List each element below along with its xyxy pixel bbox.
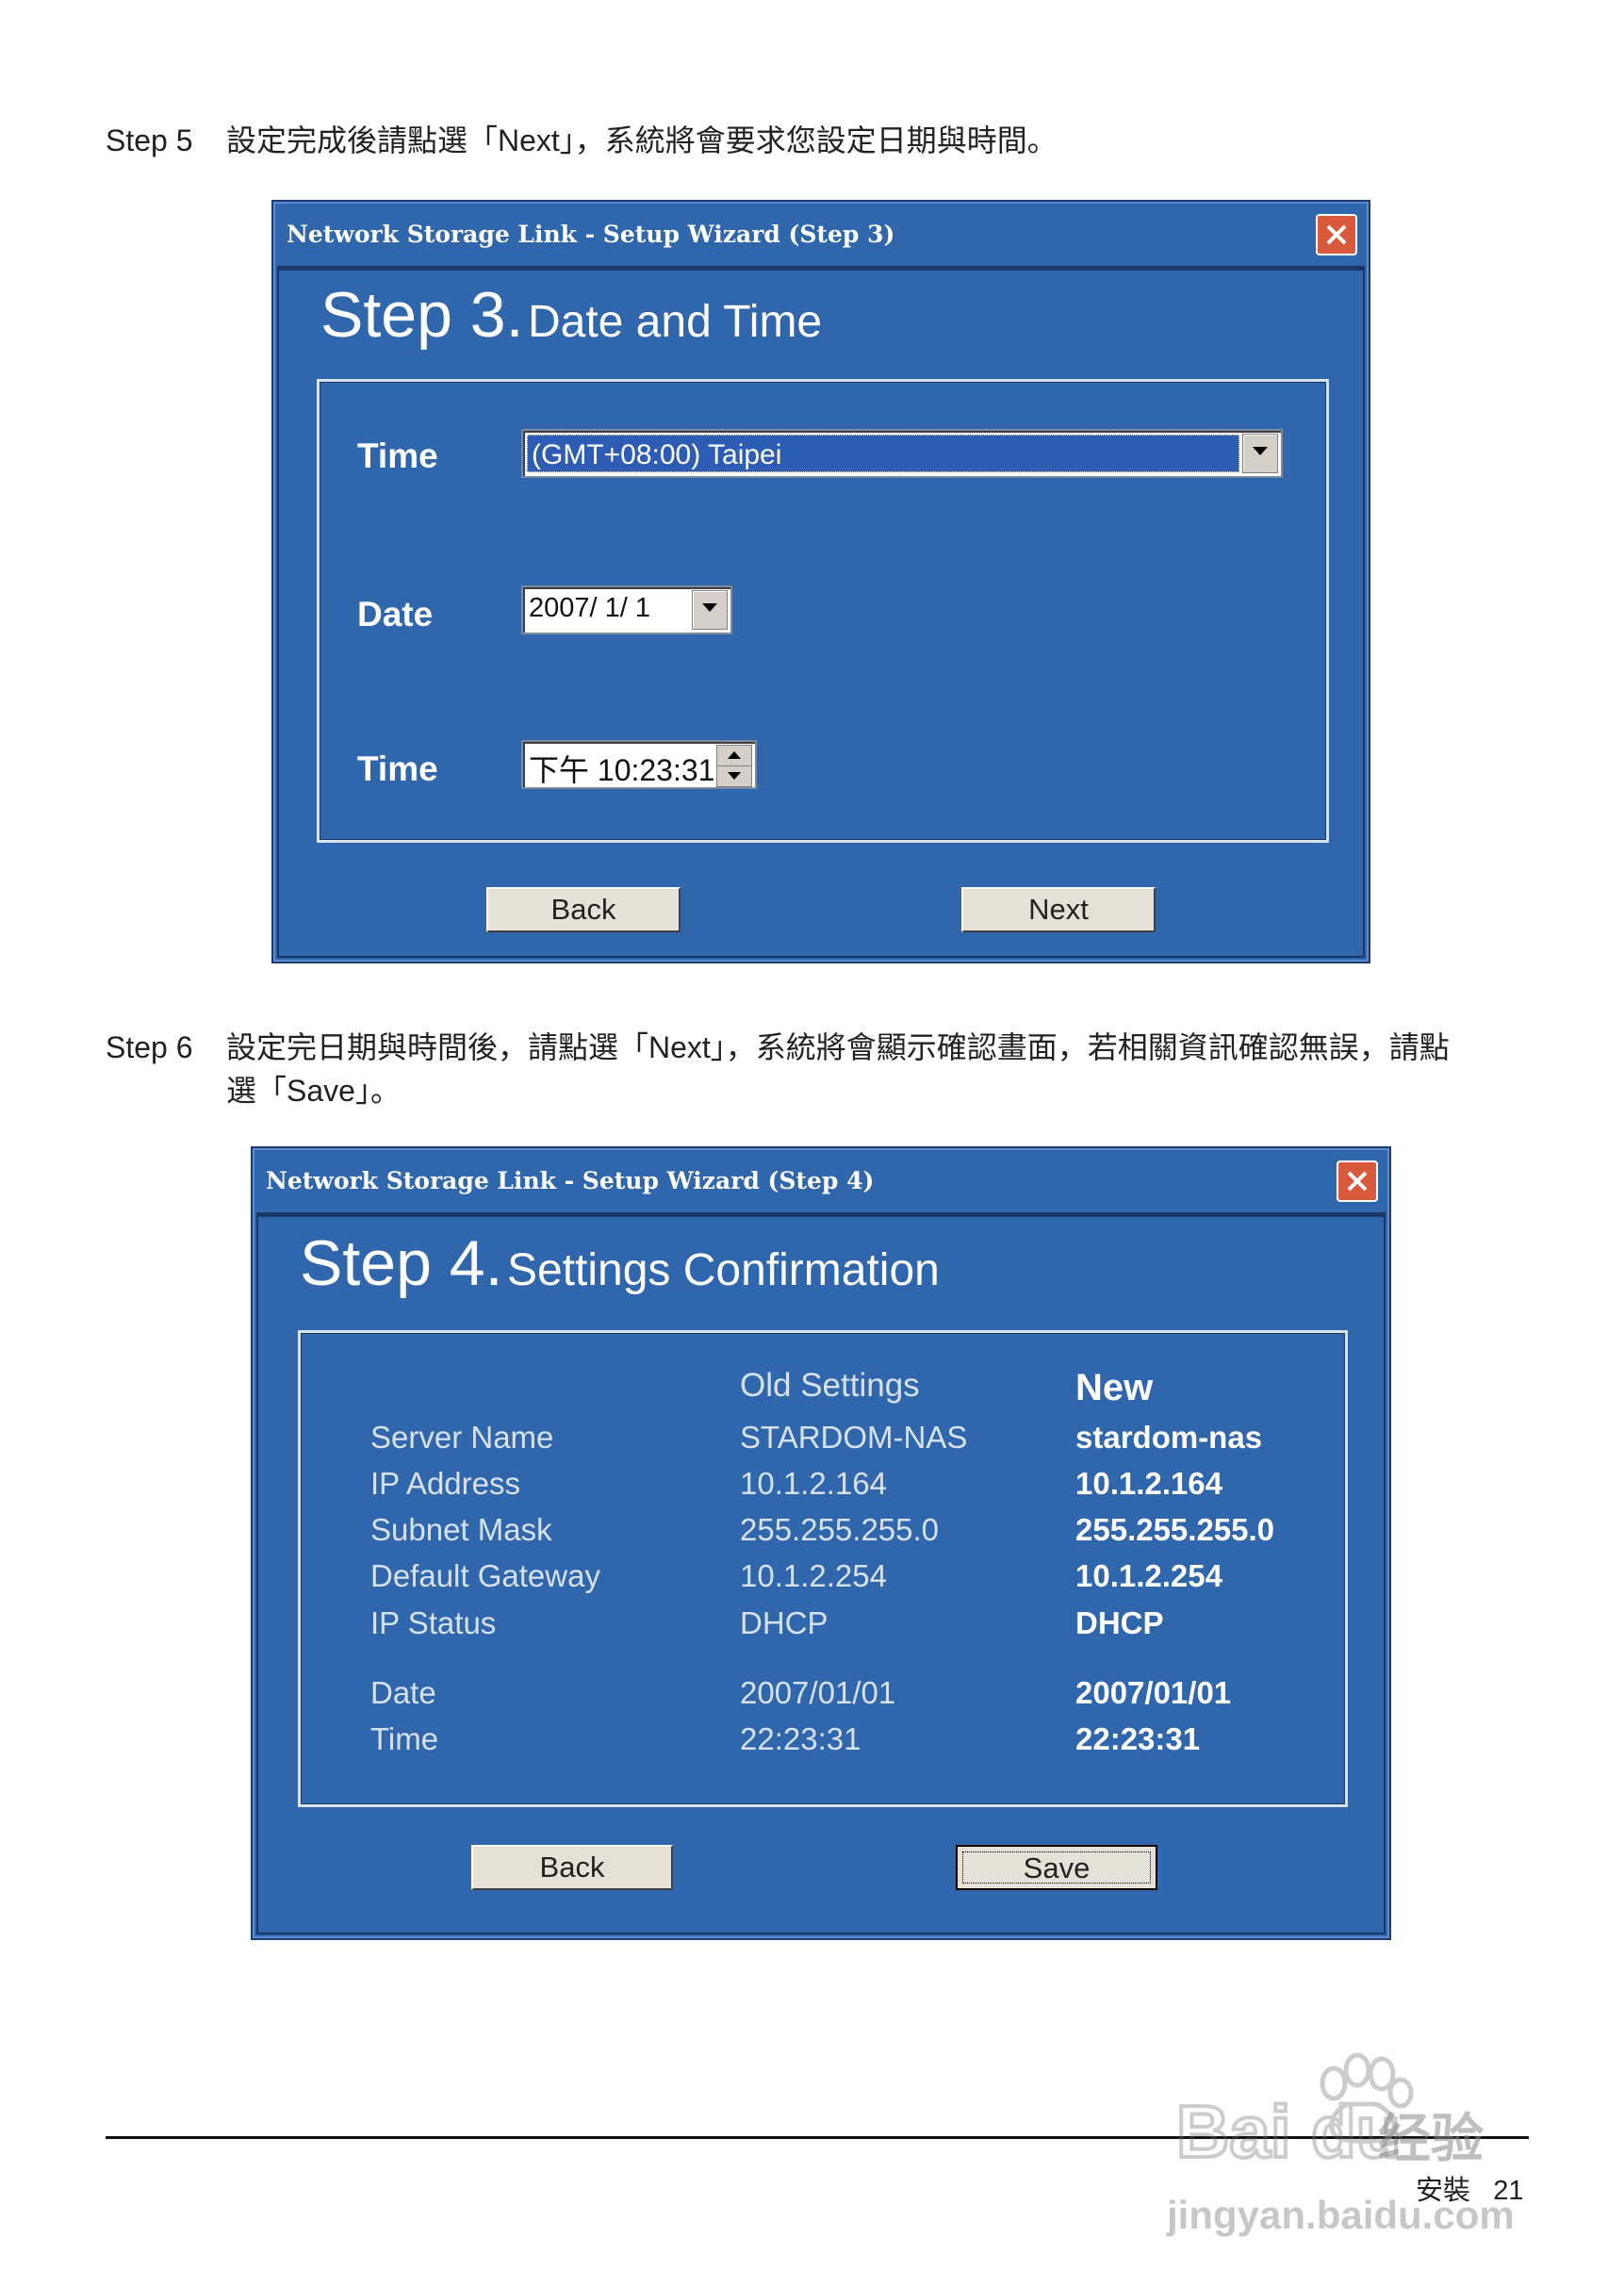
chevron-down-icon bbox=[702, 603, 717, 612]
settings-panel: Old Settings New Server Name STARDOM-NAS… bbox=[298, 1330, 1348, 1807]
old-settings-header: Old Settings bbox=[740, 1367, 920, 1404]
row-new-value: 10.1.2.164 bbox=[1075, 1466, 1222, 1501]
watermark-brand: Bai du bbox=[1176, 2090, 1401, 2173]
row-old-value: DHCP bbox=[740, 1605, 828, 1640]
close-icon bbox=[1347, 1171, 1368, 1192]
row-old-value: STARDOM-NAS bbox=[740, 1420, 968, 1455]
row-label: Default Gateway bbox=[370, 1558, 600, 1593]
dialog-heading: Step 4. Settings Confirmation bbox=[300, 1226, 940, 1300]
close-button[interactable] bbox=[1337, 1160, 1378, 1202]
spin-up-button[interactable] bbox=[716, 745, 752, 766]
date-picker[interactable]: 2007/ 1/ 1 bbox=[521, 585, 732, 634]
heading-text: Date and Time bbox=[527, 297, 823, 347]
row-old-value: 22:23:31 bbox=[740, 1721, 861, 1756]
back-button[interactable]: Back bbox=[471, 1845, 673, 1890]
row-old-value: 10.1.2.254 bbox=[740, 1558, 887, 1593]
time-value: 下午 10:23:31 bbox=[529, 753, 714, 787]
save-button-label: Save bbox=[962, 1851, 1151, 1884]
wizard-step4-dialog: Network Storage Link - Setup Wizard (Ste… bbox=[251, 1146, 1391, 1940]
heading-step: Step 3. bbox=[320, 279, 524, 351]
row-old-value: 10.1.2.164 bbox=[740, 1466, 887, 1501]
watermark-cn: 经验 bbox=[1378, 2109, 1484, 2168]
dialog-body: Step 4. Settings Confirmation Old Settin… bbox=[256, 1215, 1386, 1934]
step6-number: Step 6 bbox=[106, 1030, 193, 1064]
back-button[interactable]: Back bbox=[486, 887, 681, 932]
row-old-value: 255.255.255.0 bbox=[740, 1512, 940, 1547]
dialog-heading: Step 3. Date and Time bbox=[320, 278, 822, 352]
row-new-value: stardom-nas bbox=[1075, 1420, 1263, 1455]
date-label: Date bbox=[357, 595, 434, 633]
date-dropdown-button[interactable] bbox=[692, 590, 728, 630]
arrow-up-icon bbox=[728, 751, 741, 759]
date-time-panel: Time (GMT+08:00) Taipei Date 2007/ 1/ 1 … bbox=[317, 379, 1329, 843]
timezone-label: Time bbox=[357, 436, 438, 475]
row-new-value: 2007/01/01 bbox=[1075, 1675, 1232, 1710]
row-new-value: 255.255.255.0 bbox=[1075, 1512, 1275, 1547]
wizard-step3-dialog: Network Storage Link - Setup Wizard (Ste… bbox=[271, 200, 1370, 963]
time-spinner[interactable]: 下午 10:23:31 bbox=[521, 740, 757, 789]
heading-text: Settings Confirmation bbox=[506, 1245, 940, 1295]
dialog-titlebar[interactable]: Network Storage Link - Setup Wizard (Ste… bbox=[256, 1152, 1386, 1215]
row-label: IP Address bbox=[370, 1466, 520, 1501]
row-label: IP Status bbox=[370, 1605, 497, 1640]
dialog-title: Network Storage Link - Setup Wizard (Ste… bbox=[287, 221, 895, 248]
row-new-value: DHCP bbox=[1075, 1605, 1164, 1640]
step6-instruction: Step 6 設定完日期與時間後，請點選「Next」，系統將會顯示確認畫面，若相關… bbox=[106, 1026, 1501, 1112]
arrow-down-icon bbox=[728, 772, 741, 780]
dialog-body: Step 3. Date and Time Time (GMT+08:00) T… bbox=[277, 269, 1365, 958]
row-label: Time bbox=[370, 1721, 439, 1756]
timezone-select[interactable]: (GMT+08:00) Taipei bbox=[521, 429, 1283, 478]
watermark-url: jingyan.baidu.com bbox=[1167, 2193, 1515, 2237]
save-button[interactable]: Save bbox=[956, 1845, 1157, 1890]
row-label: Subnet Mask bbox=[370, 1512, 552, 1547]
close-button[interactable] bbox=[1316, 214, 1357, 255]
row-old-value: 2007/01/01 bbox=[740, 1675, 896, 1710]
new-settings-header: New bbox=[1075, 1367, 1154, 1408]
close-icon bbox=[1326, 224, 1347, 245]
spin-down-button[interactable] bbox=[716, 765, 752, 787]
chevron-down-icon bbox=[1253, 447, 1268, 455]
timezone-value: (GMT+08:00) Taipei bbox=[527, 435, 1239, 472]
row-new-value: 22:23:31 bbox=[1075, 1721, 1201, 1756]
step5-text: 設定完成後請點選「Next」，系統將會要求您設定日期與時間。 bbox=[226, 123, 1058, 157]
dropdown-button[interactable] bbox=[1242, 434, 1278, 473]
row-new-value: 10.1.2.254 bbox=[1075, 1558, 1222, 1593]
step5-instruction: Step 5 設定完成後請點選「Next」，系統將會要求您設定日期與時間。 bbox=[106, 119, 1058, 162]
step5-number: Step 5 bbox=[106, 123, 193, 157]
dialog-titlebar[interactable]: Network Storage Link - Setup Wizard (Ste… bbox=[277, 206, 1365, 269]
step6-text-line1: 設定完日期與時間後，請點選「Next」，系統將會顯示確認畫面，若相關資訊確認無誤… bbox=[226, 1030, 1450, 1064]
row-label: Server Name bbox=[370, 1420, 554, 1455]
dialog-title: Network Storage Link - Setup Wizard (Ste… bbox=[266, 1167, 875, 1194]
row-label: Date bbox=[370, 1675, 436, 1710]
heading-step: Step 4. bbox=[300, 1227, 503, 1299]
date-value: 2007/ 1/ 1 bbox=[529, 593, 650, 623]
time-label: Time bbox=[357, 749, 438, 788]
step6-text-line2: 選「Save」。 bbox=[226, 1074, 401, 1108]
next-button[interactable]: Next bbox=[961, 887, 1156, 932]
